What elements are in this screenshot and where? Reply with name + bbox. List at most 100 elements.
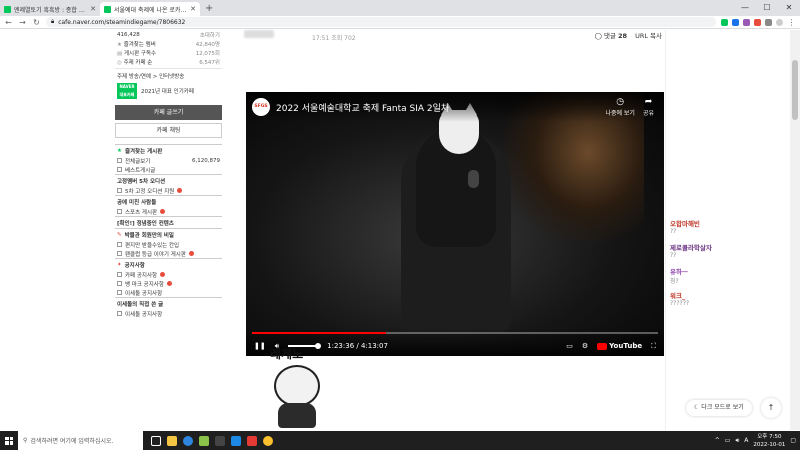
clock[interactable]: 오후 7:50 2022-10-01 — [753, 433, 785, 449]
sticker-image: 레게노 — [262, 345, 332, 430]
watch-later-button[interactable]: ◷ 나중에 보기 — [605, 98, 635, 118]
video-title[interactable]: 2022 서울예술대학교 축제 Fanta SIA 2일차 — [276, 101, 449, 114]
write-post-button[interactable]: 카페 글쓰기 — [115, 105, 222, 120]
board-icon — [117, 272, 122, 277]
browser-tab-2[interactable]: 서울예대 축제에 나온 로카 : 종… ✕ — [100, 2, 200, 16]
seek-bar[interactable] — [252, 332, 658, 334]
app-icon[interactable] — [247, 435, 257, 446]
browser-tab-1[interactable]: 엔제열토기 흑흑방 : 종합 게시판 ✕ — [0, 2, 100, 16]
invite-link[interactable]: 초대하기 — [200, 31, 220, 39]
fullscreen-icon[interactable]: ⛶ — [651, 342, 656, 351]
chevron-up-icon[interactable]: ^ — [715, 437, 720, 444]
url-text: cafe.naver.com/steamindiegame/7806632 — [58, 18, 186, 26]
stat-value: 42,840명 — [195, 41, 220, 48]
section-written[interactable]: 이세돌의 직접 쓴 글 — [115, 297, 222, 309]
task-view-icon[interactable] — [151, 435, 161, 446]
close-window-button[interactable]: ✕ — [778, 0, 800, 16]
board-icon — [117, 167, 122, 172]
chat-username[interactable]: 유하ㅡ — [670, 266, 688, 276]
maximize-button[interactable]: ☐ — [756, 0, 778, 16]
naver-cafe-icon — [104, 5, 111, 13]
youtube-label: YouTube — [609, 342, 643, 350]
vscode-icon[interactable] — [231, 435, 241, 446]
settings-gear-icon[interactable]: ⚙ — [582, 342, 588, 350]
youtube-player[interactable]: SFGS 2022 서울예술대학교 축제 Fanta SIA 2일차 ◷ 나중에… — [246, 92, 664, 356]
board-item-all[interactable]: 전체글보기 6,120,879 — [115, 156, 222, 165]
dark-mode-button[interactable]: ☾ 다크 모드로 보기 — [686, 400, 752, 416]
channel-logo[interactable]: SFGS — [252, 98, 270, 116]
speaker-icon[interactable]: 🔊︎ — [735, 437, 739, 445]
section-notice[interactable]: ✦ 공지사항 — [115, 258, 222, 270]
dark-mode-label: 다크 모드로 보기 — [701, 404, 744, 411]
board-label: 이세돌 공지사항 — [125, 311, 163, 318]
promo-banner[interactable]: NAVER 대표카페 2021년 대표 인기카페 — [115, 80, 222, 102]
extension-icon[interactable] — [732, 18, 739, 26]
extension-icon[interactable] — [754, 18, 761, 26]
share-button[interactable]: ➦ 공유 — [643, 98, 654, 118]
cafe-chat-button[interactable]: 카페 채팅 — [115, 123, 222, 138]
page-scrollbar[interactable] — [790, 30, 800, 430]
new-badge — [188, 251, 194, 256]
chat-username[interactable]: 워크_ — [670, 290, 689, 300]
board-item[interactable]: 카페 공지사항 — [115, 270, 222, 279]
board-item[interactable]: 스포츠 게시판 — [115, 207, 222, 216]
chat-username[interactable]: 제로콜라학살자 — [670, 242, 712, 252]
notification-icon[interactable]: ▢ — [790, 437, 796, 444]
url-copy-button[interactable]: URL 복사 — [635, 30, 662, 40]
section-secret[interactable]: ✎ 박물관 회원만의 비밀 — [115, 228, 222, 240]
board-item[interactable]: 이세돌 공지사항 — [115, 309, 222, 318]
scroll-top-button[interactable]: ↑ — [761, 398, 781, 418]
input-language[interactable]: A — [744, 437, 748, 444]
chat-text: 칭? — [670, 278, 679, 285]
close-icon[interactable]: ✕ — [190, 5, 196, 13]
board-icon — [117, 188, 122, 193]
board-item[interactable]: 이세돌 공지사항 — [115, 288, 222, 297]
network-icon[interactable]: ▭ — [725, 437, 731, 444]
start-button[interactable] — [0, 431, 18, 450]
chrome-icon[interactable] — [263, 435, 273, 446]
puzzle-icon[interactable] — [765, 18, 772, 26]
url-bar[interactable]: 🔒︎ cafe.naver.com/steamindiegame/7806632 — [46, 17, 716, 27]
chat-message: 유하ㅡ 칭? — [670, 266, 688, 285]
megaphone-icon: ✦ — [117, 261, 122, 268]
section-sports[interactable]: 공에 미친 사람들 — [115, 195, 222, 207]
board-item[interactable]: 편지만 받을수있는 칸입 — [115, 240, 222, 249]
comment-icon: ◯ — [594, 32, 604, 40]
edge-icon[interactable] — [183, 435, 193, 446]
menu-icon[interactable]: ⋮ — [787, 18, 796, 27]
board-icon — [117, 158, 122, 163]
extension-icon[interactable] — [721, 18, 728, 26]
minimize-button[interactable]: — — [734, 0, 756, 16]
extension-icon[interactable] — [743, 18, 750, 26]
app-icon[interactable] — [215, 435, 225, 446]
section-favorite-boards[interactable]: ★ 즐겨찾는 게시판 — [115, 144, 222, 156]
comments-link[interactable]: ◯ 댓글 28 — [595, 30, 627, 40]
new-badge — [160, 272, 166, 277]
author-name — [244, 30, 274, 38]
reload-icon[interactable]: ↻ — [32, 18, 41, 27]
cafe-topic[interactable]: 주제 방송/연예 > 인터넷방송 — [115, 71, 222, 80]
subtitles-icon[interactable]: ▭ — [566, 342, 573, 350]
section-content[interactable]: [확인!] 정념중인 컨텐츠 — [115, 216, 222, 228]
post-meta: 17:51 조회 702 — [312, 35, 356, 42]
chat-panel: 오합마해빈 ?? 제로콜라학살자 ?? 유하ㅡ 칭? 워크_ ?????? ☾ … — [665, 30, 790, 430]
seek-progress — [252, 332, 386, 334]
new-tab-button[interactable]: + — [200, 2, 218, 16]
board-item[interactable]: 뱅 마크 공지사항 — [115, 279, 222, 288]
board-item[interactable]: 팬클럽 등급 이야기 게시판 — [115, 249, 222, 258]
youtube-play-icon — [597, 342, 608, 350]
board-item[interactable]: 5차 고정 오디션 지원 — [115, 186, 222, 195]
close-icon[interactable]: ✕ — [90, 5, 96, 13]
profile-avatar[interactable] — [776, 18, 783, 26]
taskbar-search[interactable]: ⚲ 검색하려면 여기에 입력하십시오. — [18, 431, 143, 450]
forward-icon[interactable]: → — [18, 18, 27, 27]
chat-username[interactable]: 오합마해빈 — [670, 218, 700, 228]
board-item-best[interactable]: 베스트게시글 — [115, 165, 222, 174]
section-audition[interactable]: 고정멤버 5차 오디션 — [115, 174, 222, 186]
board-icon — [117, 242, 122, 247]
file-explorer-icon[interactable] — [167, 435, 177, 446]
back-icon[interactable]: ← — [4, 18, 13, 27]
youtube-logo[interactable]: YouTube — [597, 342, 642, 350]
minecraft-icon[interactable] — [199, 435, 209, 446]
scroll-thumb[interactable] — [792, 60, 798, 120]
